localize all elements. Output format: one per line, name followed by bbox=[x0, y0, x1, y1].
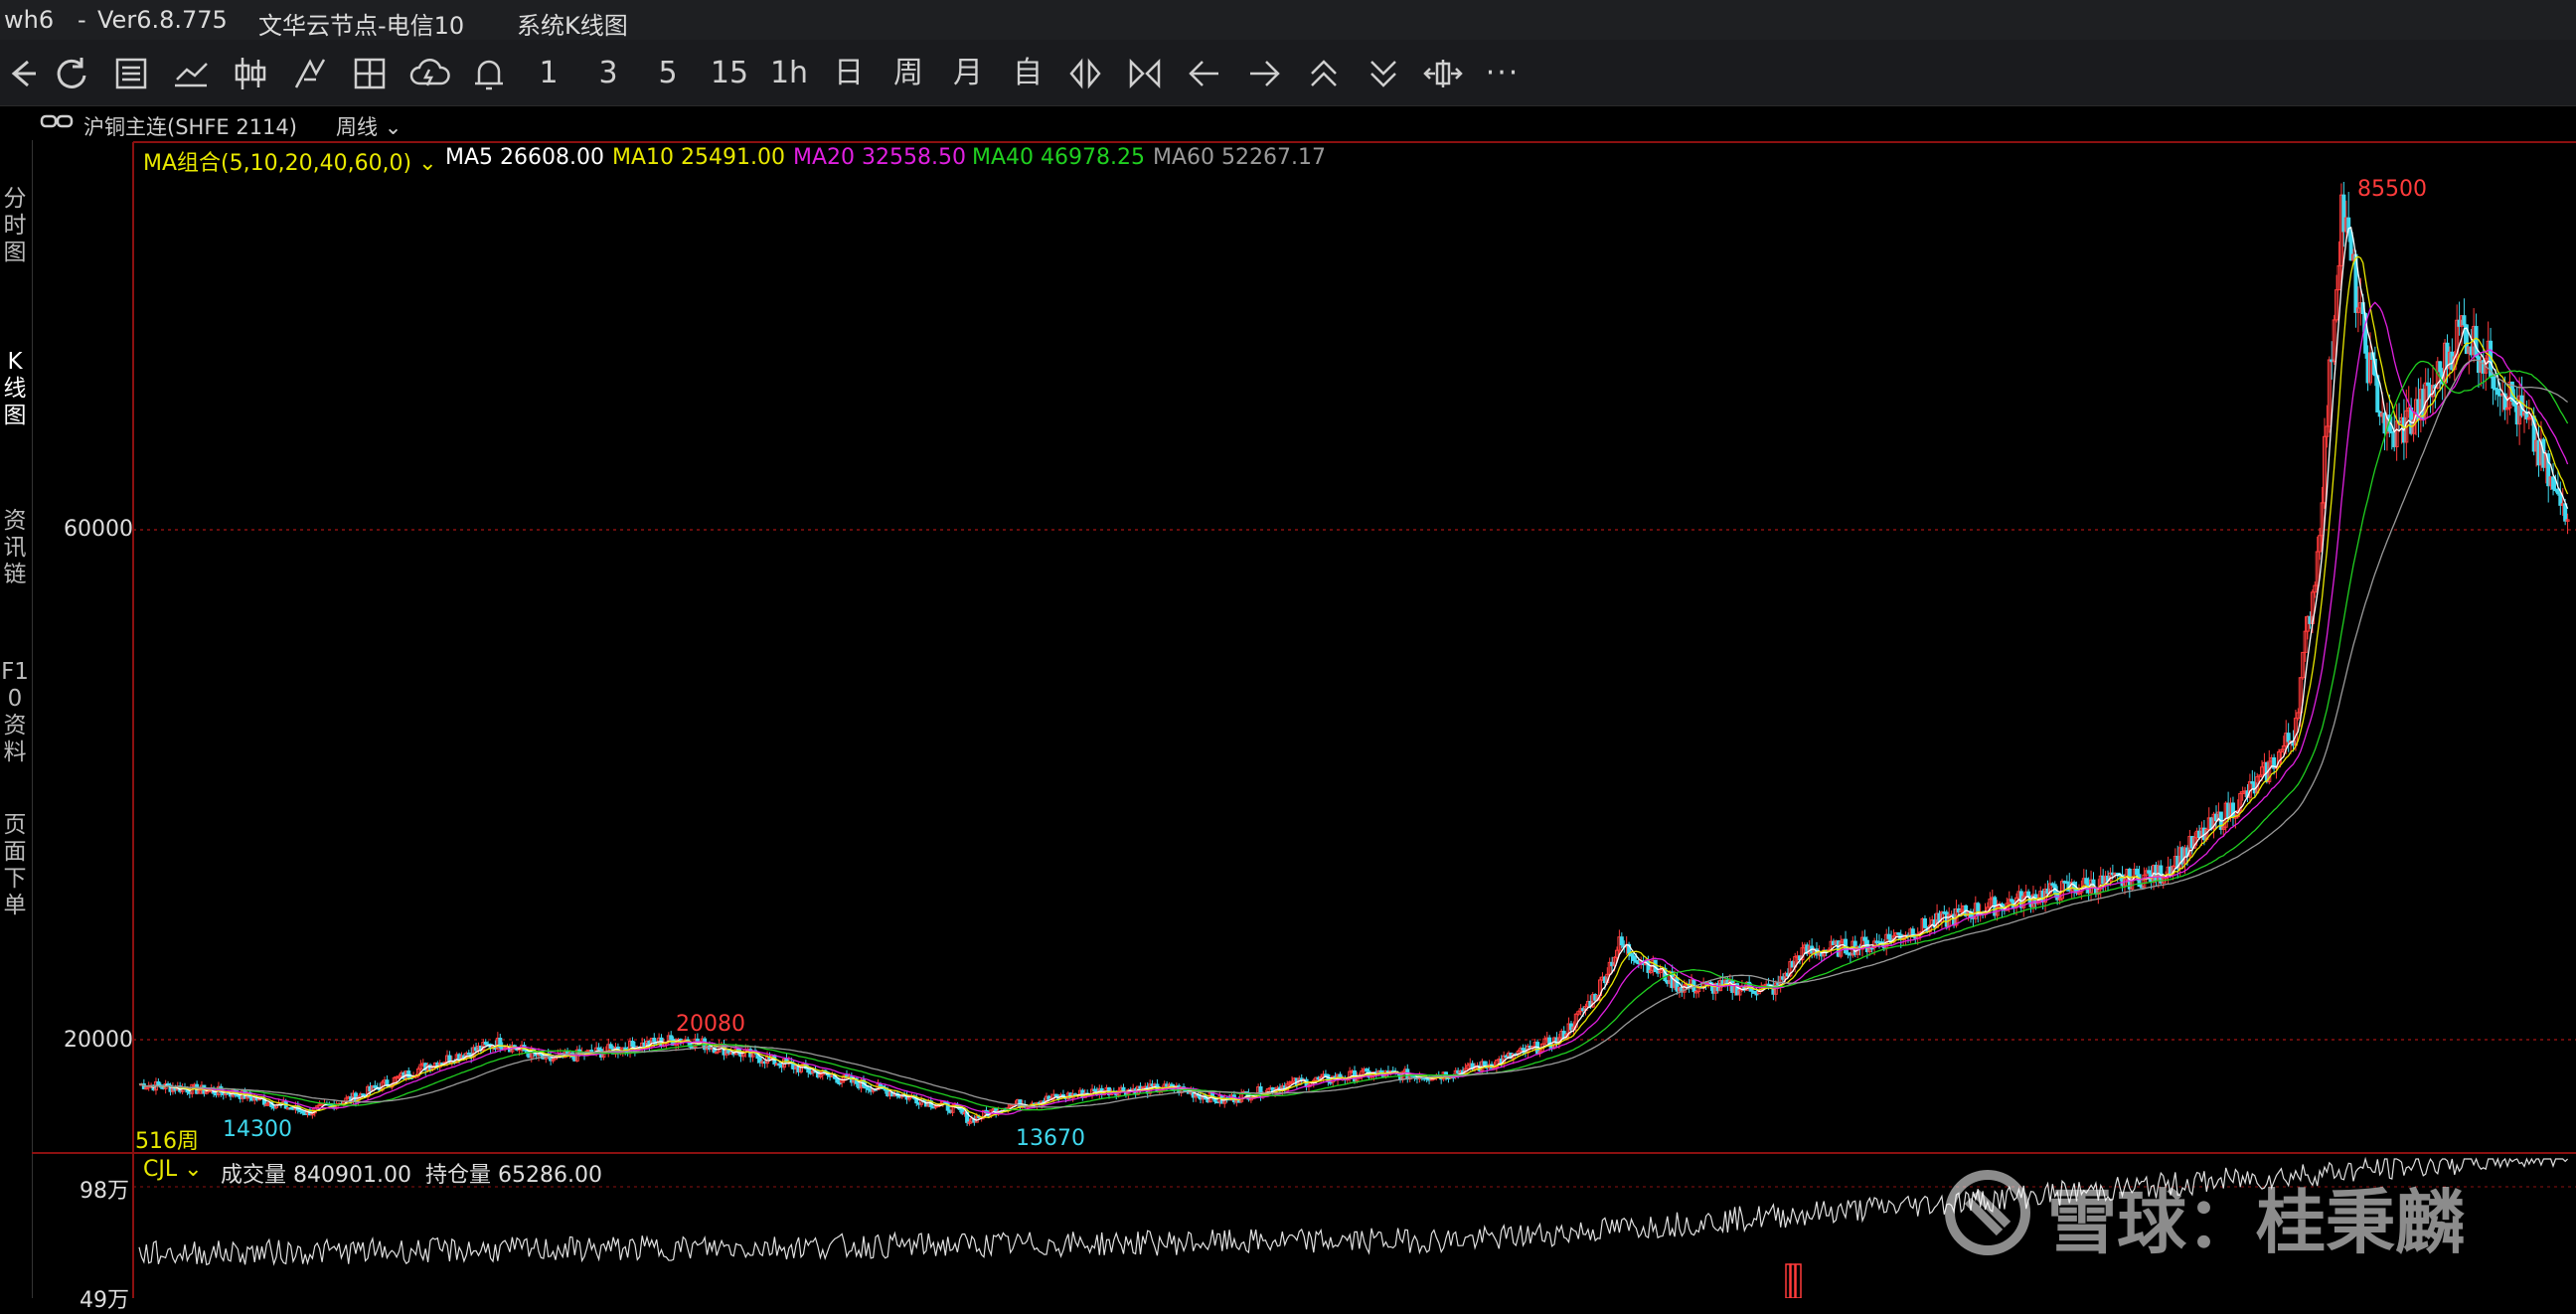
candle-body bbox=[1886, 933, 1891, 939]
high-annotation: 85500 bbox=[2357, 177, 2427, 202]
candle-body bbox=[608, 1044, 613, 1049]
ma60-line bbox=[138, 359, 2568, 1108]
candle-body bbox=[2491, 376, 2496, 390]
price-axis-label: 20000 bbox=[64, 1028, 133, 1053]
candle-body bbox=[835, 1077, 840, 1083]
ma40-line bbox=[138, 360, 2569, 1111]
watermark-text: 雪球：桂秉麟 bbox=[2047, 1182, 2465, 1263]
volume-axis-label: 98万 bbox=[80, 1179, 129, 1204]
ma5-line bbox=[138, 226, 2569, 1121]
candle-body bbox=[2551, 476, 2556, 490]
chevron-down-icon: ⌄ bbox=[184, 1157, 203, 1182]
candle-body bbox=[2286, 733, 2291, 742]
ma60-value: MA60 52267.17 bbox=[1153, 145, 1326, 170]
candle-body bbox=[2026, 891, 2031, 897]
low-annotation: 14300 bbox=[223, 1117, 292, 1142]
volume-indicator-selector[interactable]: CJL ⌄ bbox=[143, 1157, 203, 1182]
ma20-value: MA20 32558.50 bbox=[793, 145, 966, 170]
snowball-logo-icon bbox=[1938, 1163, 2037, 1279]
candle-body bbox=[2496, 389, 2500, 396]
candle-body bbox=[2462, 315, 2467, 326]
candle-body bbox=[1922, 917, 1927, 928]
price-axis-label: 60000 bbox=[64, 517, 133, 542]
ma10-value: MA10 25491.00 bbox=[612, 145, 785, 170]
ma40-value: MA40 46978.25 bbox=[972, 145, 1145, 170]
candle-body bbox=[1631, 955, 1636, 961]
candle-body bbox=[2555, 489, 2560, 495]
candle-body bbox=[2438, 361, 2443, 373]
ma-group-selector[interactable]: MA组合(5,10,20,40,60,0) ⌄ bbox=[143, 145, 437, 177]
volume-value: 成交量 840901.00 bbox=[221, 1163, 411, 1188]
candle-body bbox=[652, 1038, 657, 1043]
ma-group-label: MA组合(5,10,20,40,60,0) bbox=[143, 151, 412, 176]
indicator-label: CJL bbox=[143, 1157, 178, 1182]
kline-chart[interactable] bbox=[0, 0, 2576, 1298]
candle-body bbox=[2135, 869, 2140, 876]
candle-body bbox=[406, 1070, 411, 1078]
candle-body bbox=[669, 1035, 674, 1041]
candle-body bbox=[2474, 325, 2479, 358]
volume-bar bbox=[1789, 1263, 1796, 1298]
open-interest-value: 持仓量 65286.00 bbox=[425, 1163, 602, 1188]
watermark: 雪球：桂秉麟 bbox=[1938, 1163, 2495, 1263]
candle-body bbox=[1482, 1061, 1487, 1067]
ma5-value: MA5 26608.00 bbox=[445, 145, 604, 170]
ma10-line bbox=[138, 255, 2569, 1119]
volume-axis-label: 49万 bbox=[80, 1288, 129, 1313]
candle-body bbox=[1619, 936, 1624, 946]
volume-bar bbox=[1795, 1263, 1802, 1298]
low-annotation: 13670 bbox=[1016, 1126, 1085, 1151]
candle-body bbox=[630, 1041, 635, 1048]
chevron-down-icon: ⌄ bbox=[418, 151, 437, 176]
peak-annotation: 20080 bbox=[676, 1012, 745, 1037]
bar-count: 516周 bbox=[135, 1129, 199, 1154]
ma20-line bbox=[138, 301, 2569, 1115]
candle-body bbox=[2084, 878, 2089, 885]
